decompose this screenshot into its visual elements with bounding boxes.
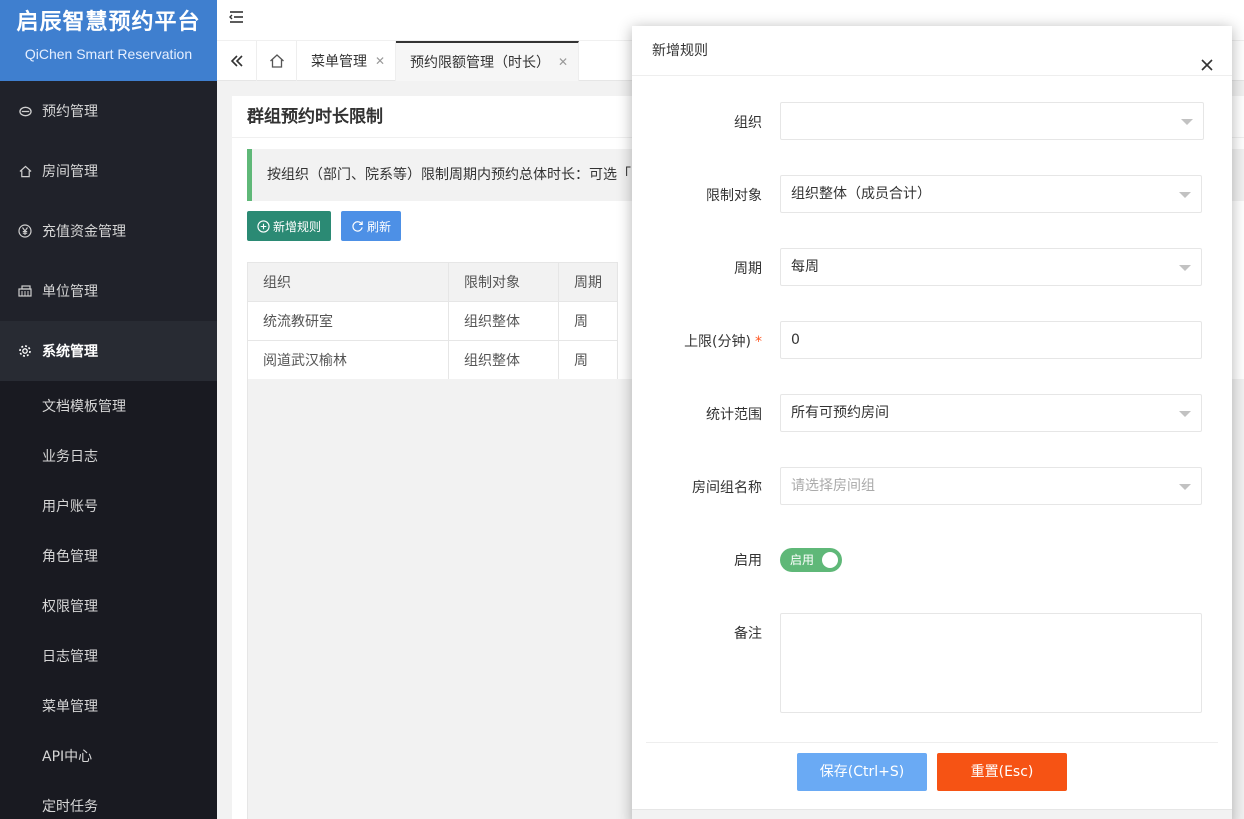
table-cell: 统流教研室 [247, 301, 449, 341]
brand-title: 启辰智慧预约平台 [16, 10, 201, 35]
org-select[interactable] [780, 102, 1204, 140]
org-icon [17, 283, 33, 299]
home-icon [17, 163, 33, 179]
brand-logo: 启辰智慧预约平台 QiChen Smart Reservation [0, 0, 217, 81]
table-row[interactable]: 统流教研室 组织整体 周 [247, 301, 618, 341]
column-header-target[interactable]: 限制对象 [448, 262, 559, 302]
yen-icon [17, 223, 33, 239]
plus-circle-icon [257, 219, 270, 233]
gear-icon [17, 343, 33, 359]
target-select-value: 组织整体（成员合计） [791, 186, 931, 202]
submenu-item-scheduled-tasks[interactable]: 定时任务 [0, 781, 217, 819]
limit-input[interactable]: 0 [780, 321, 1202, 359]
close-icon[interactable]: ✕ [375, 54, 385, 68]
caret-down-icon [1179, 484, 1191, 490]
room-group-label: 房间组名称 [692, 480, 762, 496]
sidebar-item-label: 房间管理 [42, 164, 98, 180]
enabled-toggle[interactable]: 启用 [780, 548, 842, 572]
table-cell: 周 [558, 301, 618, 341]
sidebar-item-system[interactable]: 系统管理 [0, 321, 217, 381]
dialog-header: 新增规则 [632, 26, 1232, 76]
sidebar-item-label: 系统管理 [42, 344, 98, 360]
collapse-sidebar-icon[interactable] [227, 8, 245, 26]
reset-button[interactable]: 重置(Esc) [937, 753, 1067, 791]
table-cell: 阅道武汉榆林 [247, 340, 449, 380]
dialog-footer-divider [646, 742, 1218, 743]
submenu-item-api-center[interactable]: API中心 [0, 731, 217, 781]
remark-textarea[interactable] [780, 613, 1202, 713]
limit-input-value: 0 [791, 332, 800, 348]
target-label: 限制对象 [706, 188, 762, 204]
refresh-icon [352, 220, 363, 232]
scope-label: 统计范围 [706, 407, 762, 423]
system-submenu: 文档模板管理 业务日志 用户账号 角色管理 权限管理 日志管理 菜单管理 API… [0, 381, 217, 819]
room-group-select[interactable]: 请选择房间组 [780, 467, 1202, 505]
caret-down-icon [1179, 265, 1191, 271]
caret-down-icon [1179, 411, 1191, 417]
submenu-item-permissions[interactable]: 权限管理 [0, 581, 217, 631]
sidebar-item-recharge[interactable]: 充值资金管理 [0, 201, 217, 261]
target-select[interactable]: 组织整体（成员合计） [780, 175, 1202, 213]
column-header-org[interactable]: 组织 [247, 262, 449, 302]
toolbar: 新增规则 刷新 [247, 211, 402, 241]
home-icon [269, 54, 284, 68]
add-rule-label: 新增规则 [273, 219, 322, 234]
brand-subtitle: QiChen Smart Reservation [24, 46, 193, 62]
scope-select[interactable]: 所有可预约房间 [780, 394, 1202, 432]
sidebar: 启辰智慧预约平台 QiChen Smart Reservation 预约管理 房… [0, 0, 217, 819]
caret-down-icon [1179, 192, 1191, 198]
submenu-item-roles[interactable]: 角色管理 [0, 531, 217, 581]
caret-down-icon [1181, 119, 1193, 125]
tab-scroll-left-button[interactable] [217, 41, 257, 81]
reservation-icon [17, 103, 33, 119]
period-label: 周期 [734, 261, 762, 277]
close-icon[interactable] [1200, 43, 1216, 71]
toggle-text: 启用 [790, 553, 815, 567]
double-chevron-left-icon [230, 55, 243, 67]
refresh-button[interactable]: 刷新 [341, 211, 402, 241]
sidebar-item-label: 充值资金管理 [42, 224, 126, 240]
close-icon[interactable]: ✕ [558, 55, 568, 69]
toggle-knob [822, 552, 838, 568]
tab-reservation-limit[interactable]: 预约限额管理（时长） ✕ [396, 41, 579, 81]
table-cell: 组织整体 [448, 340, 559, 380]
sidebar-item-reservation[interactable]: 预约管理 [0, 81, 217, 141]
scope-select-value: 所有可预约房间 [791, 405, 889, 421]
submenu-item-menu-management[interactable]: 菜单管理 [0, 681, 217, 731]
submenu-item-user-accounts[interactable]: 用户账号 [0, 481, 217, 531]
room-group-placeholder: 请选择房间组 [791, 478, 875, 494]
refresh-label: 刷新 [367, 219, 392, 234]
save-button[interactable]: 保存(Ctrl+S) [797, 753, 927, 791]
sidebar-item-label: 预约管理 [42, 104, 98, 120]
period-select-value: 每周 [791, 259, 819, 275]
sidebar-item-rooms[interactable]: 房间管理 [0, 141, 217, 201]
sidebar-item-units[interactable]: 单位管理 [0, 261, 217, 321]
tab-label: 预约限额管理（时长） [410, 55, 550, 71]
tab-home[interactable] [257, 41, 297, 81]
remark-label: 备注 [734, 626, 762, 642]
submenu-item-log-management[interactable]: 日志管理 [0, 631, 217, 681]
tab-label: 菜单管理 [311, 54, 367, 70]
submenu-item-doc-templates[interactable]: 文档模板管理 [0, 381, 217, 431]
enabled-label: 启用 [734, 553, 762, 569]
table-cell: 周 [558, 340, 618, 380]
add-rule-dialog: 新增规则 组织 限制对象 组织整体（成员合计） 周期 每周 上限(分钟) * 0… [632, 26, 1232, 819]
org-label: 组织 [734, 115, 762, 131]
period-select[interactable]: 每周 [780, 248, 1202, 286]
tab-menu-management[interactable]: 菜单管理 ✕ [297, 41, 396, 81]
submenu-item-business-log[interactable]: 业务日志 [0, 431, 217, 481]
dialog-title: 新增规则 [652, 43, 708, 59]
dialog-bottom-strip [632, 809, 1232, 819]
required-mark: * [755, 334, 762, 350]
rules-table: 组织 限制对象 周期 统流教研室 组织整体 周 阅道武汉榆林 组织整体 周 [247, 262, 618, 380]
table-cell: 组织整体 [448, 301, 559, 341]
table-row[interactable]: 阅道武汉榆林 组织整体 周 [247, 340, 618, 380]
limit-label: 上限(分钟) * [684, 334, 762, 350]
add-rule-button[interactable]: 新增规则 [247, 211, 332, 241]
sidebar-item-label: 单位管理 [42, 284, 98, 300]
column-header-period[interactable]: 周期 [558, 262, 618, 302]
